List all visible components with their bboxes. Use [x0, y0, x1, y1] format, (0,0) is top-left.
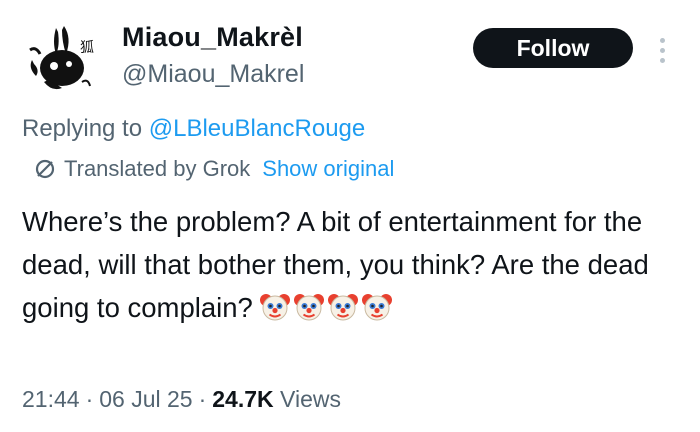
translate-icon: [35, 159, 55, 179]
translation-notice: Translated by Grok Show original: [34, 156, 394, 182]
more-vertical-icon[interactable]: [650, 30, 674, 70]
more-dot: [659, 47, 665, 53]
clown-face-emoji: [259, 294, 290, 321]
more-dot: [659, 37, 665, 43]
tweet-text: Where’s the problem? A bit of entertainm…: [22, 200, 692, 329]
meta-separator: ·: [85, 386, 94, 412]
avatar[interactable]: 狐: [22, 20, 102, 100]
user-handle[interactable]: @Miaou_Makrel: [122, 60, 304, 89]
reply-mention-link[interactable]: @LBleuBlancRouge: [149, 115, 366, 142]
emoji-group: [259, 291, 393, 323]
translated-by-label: Translated by Grok: [64, 156, 251, 181]
tweet-time[interactable]: 21:44: [22, 386, 80, 412]
clown-face-emoji: [293, 294, 324, 321]
views-count[interactable]: 24.7K: [212, 386, 273, 412]
follow-button[interactable]: Follow: [473, 28, 633, 68]
svg-text:狐: 狐: [80, 40, 94, 56]
views-label: Views: [280, 386, 341, 412]
meta-separator: ·: [198, 386, 207, 412]
tweet-meta: 21:44 · 06 Jul 25 · 24.7K Views: [22, 386, 341, 413]
clown-face-emoji: [327, 294, 358, 321]
tweet-date[interactable]: 06 Jul 25: [99, 386, 192, 412]
display-name[interactable]: Miaou_Makrèl: [122, 22, 303, 53]
more-dot: [659, 57, 665, 63]
replying-to: Replying to @LBleuBlancRouge: [22, 115, 365, 143]
tweet-card: 狐 Miaou_Makrèl @Miaou_Makrel Follow Repl…: [0, 0, 700, 432]
clown-face-emoji: [361, 294, 392, 321]
show-original-link[interactable]: Show original: [262, 156, 394, 182]
replying-to-prefix: Replying to: [22, 115, 143, 142]
black-rabbit-sketch-icon: 狐: [29, 26, 94, 90]
